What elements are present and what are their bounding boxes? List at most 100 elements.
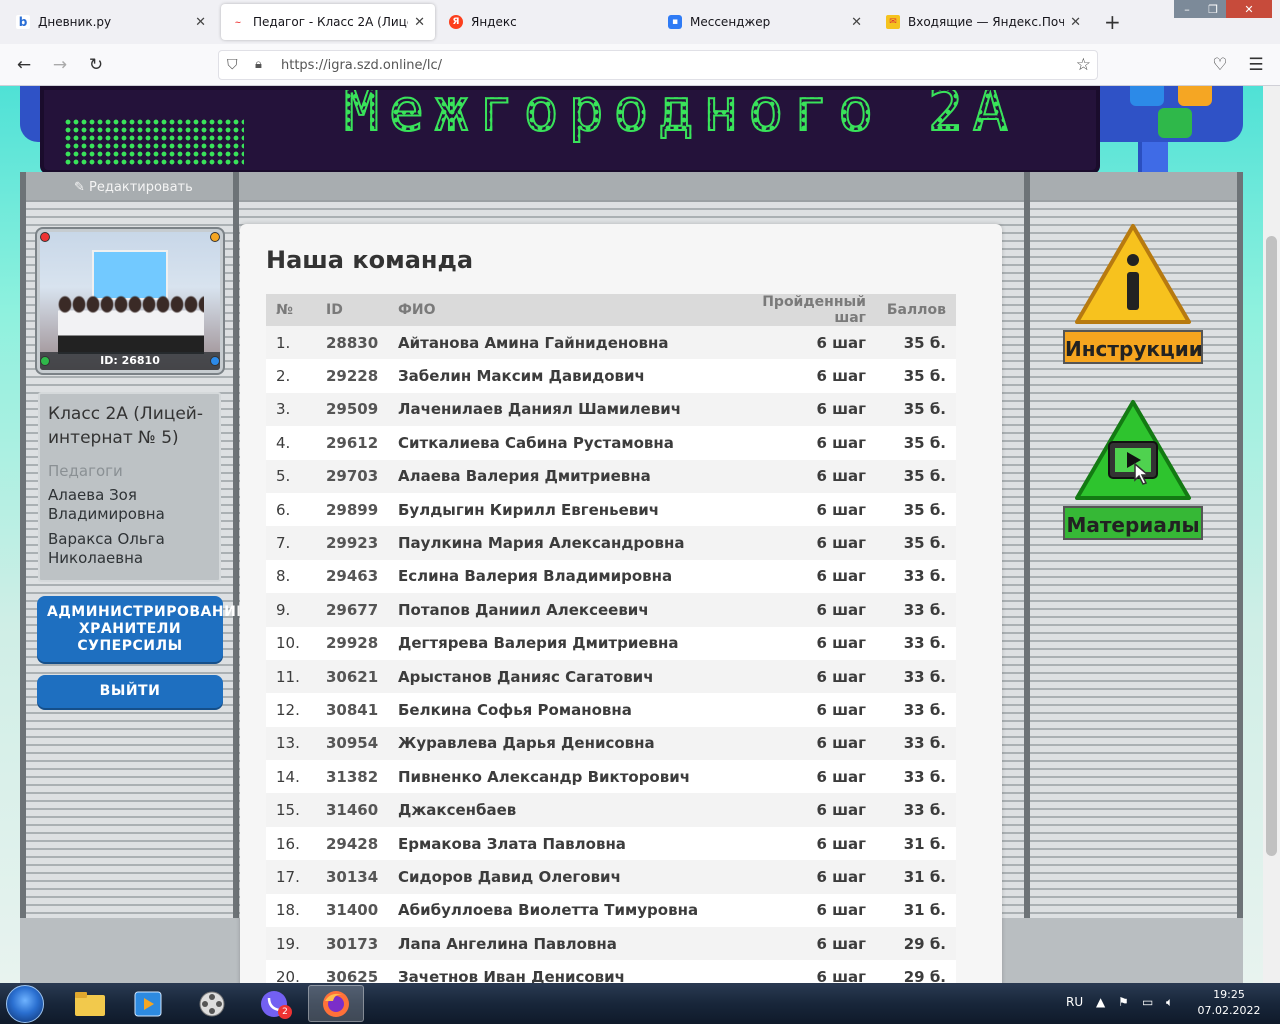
close-tab-icon[interactable]: ✕: [414, 15, 425, 30]
tray-expand-icon[interactable]: ▲: [1096, 995, 1105, 1009]
row-points: 33 б.: [866, 793, 956, 827]
firefox-icon[interactable]: [308, 985, 364, 1022]
action-center-icon[interactable]: ⚑: [1118, 995, 1129, 1009]
row-step: 6 шаг: [738, 960, 866, 983]
minimize-icon[interactable]: –: [1174, 0, 1200, 18]
row-points: 33 б.: [866, 760, 956, 794]
tab-mail[interactable]: ✉ Входящие — Яндекс.Почта ✕: [876, 4, 1091, 40]
row-step: 6 шаг: [738, 359, 866, 393]
reload-icon[interactable]: ↻: [84, 53, 108, 77]
row-step: 6 шаг: [738, 860, 866, 894]
edit-link[interactable]: ✎ Редактировать: [74, 180, 193, 195]
close-tab-icon[interactable]: ✕: [851, 15, 862, 30]
row-name: Абибуллоева Виолетта Тимуровна: [398, 893, 738, 928]
clock-date: 07.02.2022: [1197, 1004, 1261, 1017]
scrollbar-thumb[interactable]: [1266, 236, 1277, 856]
table-row: 7. 29923 Паулкина Мария Александровна 6 шаг…: [266, 526, 956, 560]
page-scrollbar[interactable]: [1263, 86, 1280, 983]
language-indicator[interactable]: RU: [1066, 995, 1083, 1009]
row-points: 35 б.: [866, 359, 956, 393]
film-reel-icon[interactable]: [184, 985, 240, 1022]
tab-pedagog[interactable]: ~ Педагог - Класс 2А (Лицей-ин ✕: [221, 4, 435, 40]
tab-dnevnik[interactable]: b Дневник.ру ✕: [6, 4, 216, 40]
pocket-icon[interactable]: ♡: [1208, 53, 1232, 77]
row-id: 29703: [326, 459, 398, 493]
row-points: 35 б.: [866, 526, 956, 560]
file-explorer-icon[interactable]: [62, 985, 118, 1022]
volume-icon[interactable]: 🔈︎: [1166, 995, 1173, 1010]
row-step: 6 шаг: [738, 559, 866, 594]
led-blue-icon: [210, 356, 220, 366]
table-row: 2. 29228 Забелин Максим Давидович 6 шаг 35 б…: [266, 359, 956, 393]
network-icon[interactable]: ▭: [1142, 995, 1153, 1009]
row-id: 31460: [326, 793, 398, 827]
row-name: Булдыгин Кирилл Евгеньевич: [398, 492, 738, 527]
teacher-name: Варакса Ольга Николаевна: [48, 530, 165, 567]
led-arrow-decoration: [64, 118, 244, 166]
row-number: 5.: [266, 459, 326, 493]
row-step: 6 шаг: [738, 459, 866, 493]
tab-messenger[interactable]: ▪ Мессенджер ✕: [658, 4, 872, 40]
new-tab-icon[interactable]: +: [1104, 10, 1121, 34]
teachers-label: Педагоги: [48, 462, 123, 480]
row-points: 33 б.: [866, 693, 956, 727]
row-id: 30173: [326, 927, 398, 961]
warning-triangle-icon: [1075, 224, 1191, 324]
table-row: 4. 29612 Ситкалиева Сабина Рустамовна 6 шаг…: [266, 426, 956, 460]
url-text[interactable]: https://igra.szd.online/lc/: [281, 58, 442, 73]
row-points: 29 б.: [866, 927, 956, 961]
instructions-button[interactable]: Инструкции: [1063, 222, 1203, 368]
row-id: 29899: [326, 492, 398, 527]
edit-icon: ✎: [74, 180, 85, 195]
led-orange-icon: [210, 232, 220, 242]
row-points: 35 б.: [866, 392, 956, 427]
admin-button[interactable]: АДМИНИСТРИРОВАНИЕ: ХРАНИТЕЛИ СУПЕРСИЛЫ: [37, 596, 252, 662]
row-id: 29228: [326, 359, 398, 393]
viber-icon[interactable]: 2: [246, 985, 302, 1022]
row-id: 31400: [326, 893, 398, 928]
logo: [1130, 86, 1220, 174]
materials-triangle-icon: [1075, 400, 1191, 500]
lock-icon[interactable]: 🔒︎: [255, 57, 262, 72]
photo-children: [58, 292, 204, 354]
maximize-icon[interactable]: ❐: [1200, 0, 1226, 18]
teacher-name: Алаева Зоя Владимировна: [48, 486, 165, 523]
close-window-icon[interactable]: ✕: [1226, 0, 1272, 18]
firefox-shape: [323, 990, 349, 1017]
logout-button[interactable]: ВЫЙТИ: [37, 675, 223, 708]
row-name: Еслина Валерия Владимировна: [398, 559, 738, 594]
url-bar[interactable]: ⛉ 🔒︎ https://igra.szd.online/lc/ ☆: [218, 50, 1098, 80]
table-row: 12. 30841 Белкина Софья Романовна 6 шаг 33 б…: [266, 693, 956, 727]
row-number: 8.: [266, 559, 326, 594]
row-step: 6 шаг: [738, 726, 866, 761]
tab-yandex[interactable]: Я Яндекс: [439, 4, 654, 40]
row-name: Журавлева Дарья Денисовна: [398, 726, 738, 761]
close-tab-icon[interactable]: ✕: [1070, 15, 1081, 30]
row-id: 30841: [326, 693, 398, 727]
column-header: ФИО: [398, 294, 738, 326]
menu-icon[interactable]: ☰: [1244, 53, 1268, 77]
row-step: 6 шаг: [738, 826, 866, 861]
bookmark-star-icon[interactable]: ☆: [1076, 55, 1091, 75]
row-name: Дегтярева Валерия Дмитриевна: [398, 626, 738, 660]
row-number: 3.: [266, 392, 326, 427]
yandex-icon: Я: [449, 15, 463, 29]
navigation-bar: ← → ↻ ⛉ 🔒︎ https://igra.szd.online/lc/ ☆…: [0, 44, 1280, 86]
row-name: Ситкалиева Сабина Рустамовна: [398, 426, 738, 460]
shield-icon[interactable]: ⛉: [227, 57, 238, 73]
reel-shape: [199, 991, 225, 1016]
system-clock[interactable]: 19:25 07.02.2022: [1196, 987, 1262, 1019]
frame-top-bar: [20, 172, 1243, 202]
media-player-icon[interactable]: [120, 985, 176, 1022]
materials-button[interactable]: Материалы: [1063, 398, 1203, 544]
column-header: ID: [326, 294, 398, 326]
row-id: 31382: [326, 760, 398, 794]
row-number: 17.: [266, 860, 326, 894]
frame-bar: [20, 172, 26, 918]
forward-icon[interactable]: →: [48, 53, 72, 77]
start-button[interactable]: [6, 985, 44, 1023]
close-tab-icon[interactable]: ✕: [195, 15, 206, 30]
row-name: Айтанова Амина Гайниденовна: [398, 326, 738, 360]
table-row: 8. 29463 Еслина Валерия Владимировна 6 шаг 3…: [266, 559, 956, 594]
back-icon[interactable]: ←: [12, 53, 36, 77]
